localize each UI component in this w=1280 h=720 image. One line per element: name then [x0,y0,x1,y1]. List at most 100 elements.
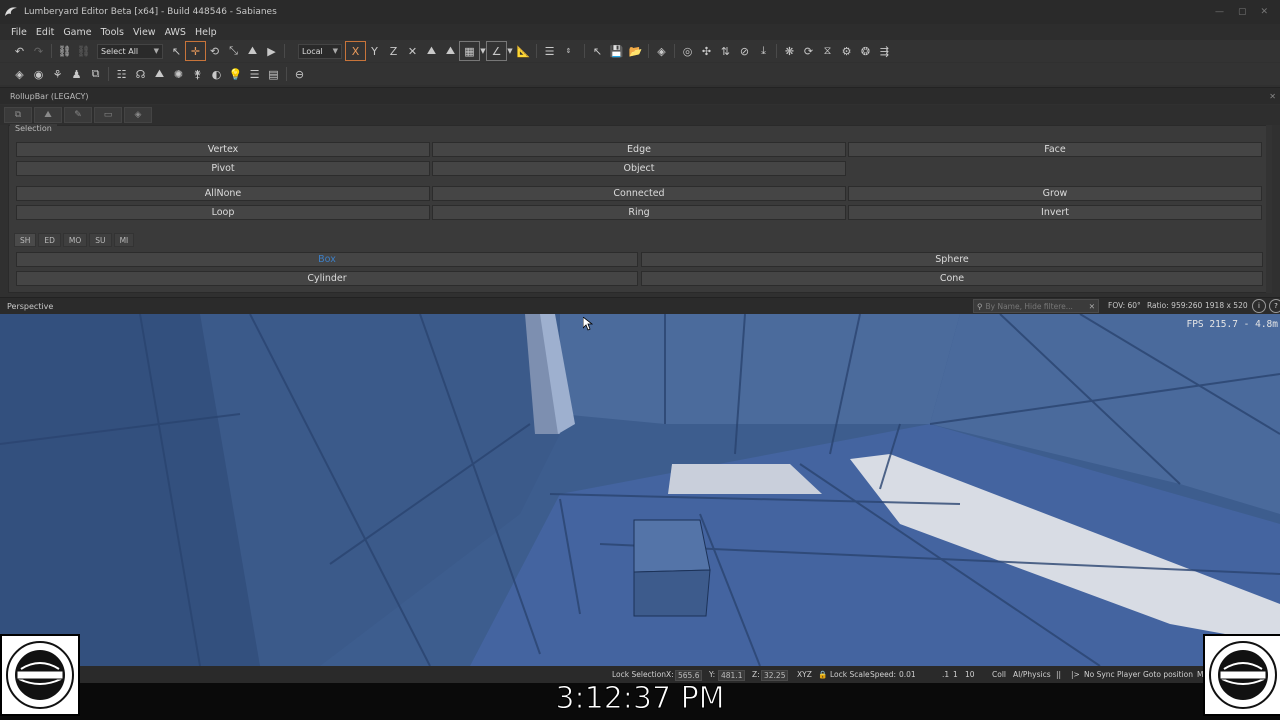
viewport-title[interactable]: Perspective [7,302,53,311]
load-selection-icon[interactable]: 📂 [626,42,645,60]
chevron-down-icon[interactable]: ▼ [479,42,487,60]
drop-to-ground-icon[interactable]: ⤓ [754,42,773,60]
vertex-snap-icon[interactable]: ❋ [780,42,799,60]
vertex-button[interactable]: Vertex [16,142,430,157]
fov-readout[interactable]: FOV: 60° [1108,301,1141,310]
viewport-search-input[interactable]: ⚲ By Name, Hide filtere... ✕ [973,299,1099,313]
link-icon[interactable]: ⛓ [55,42,74,60]
goto-position-button[interactable]: Goto position [1143,670,1193,679]
terrain-select-icon[interactable]: ⛰ [243,42,262,60]
speed-preset-0[interactable]: .1 [942,670,949,679]
object-snap-icon[interactable]: ⛰ [441,42,460,60]
help-icon[interactable]: ? [1269,299,1280,313]
ai-navigation-icon[interactable]: ⚙ [837,42,856,60]
cylinder-button[interactable]: Cylinder [16,271,638,286]
mannequin-icon[interactable]: ⧉ [86,65,105,83]
axis-z-button[interactable]: Z [384,42,403,60]
chevron-updown-icon[interactable]: ⇕ [559,42,578,60]
tab-terrain-icon[interactable]: ⛰ [34,107,62,123]
simulate-icon[interactable]: ⧖ [818,42,837,60]
object-button[interactable]: Object [432,161,846,176]
layers-icon[interactable]: ◈ [652,42,671,60]
clear-search-icon[interactable]: ✕ [1089,302,1095,311]
menu-file[interactable]: File [11,27,27,38]
z-coordinate-field[interactable]: 32.25 [761,670,789,681]
angle-snap-icon[interactable]: ∠ [486,41,507,61]
layer-list-icon[interactable]: ☰ [540,42,559,60]
cone-button[interactable]: Cone [641,271,1263,286]
x-coordinate-field[interactable]: 565.6 [675,670,703,681]
lock-icon[interactable]: 🔒 [818,670,827,679]
audio-icon[interactable]: ☊ [131,65,150,83]
step-button[interactable]: |> [1071,670,1080,679]
play-icon[interactable]: ▶ [262,42,281,60]
allnone-button[interactable]: AllNone [16,186,430,201]
menu-help[interactable]: Help [195,27,217,38]
minimize-icon[interactable]: — [1215,7,1224,17]
close-icon[interactable]: ✕ [1260,7,1268,17]
resolution-readout[interactable]: 1918 x 520 [1205,301,1248,310]
menu-tools[interactable]: Tools [101,27,124,38]
sync-player-toggle[interactable]: No Sync Player [1084,670,1140,679]
save-selection-icon[interactable]: 💾 [607,42,626,60]
tab-display-icon[interactable]: ▭ [94,107,122,123]
align-object-icon[interactable]: ⇅ [716,42,735,60]
subtab-sh[interactable]: SH [14,233,37,247]
lightbulb-icon[interactable]: 💡 [226,65,245,83]
axis-y-button[interactable]: Y [365,42,384,60]
tab-layers-icon[interactable]: ◈ [124,107,152,123]
ui-editor-icon[interactable]: ▤ [264,65,283,83]
reset-physics-icon[interactable]: ⟳ [799,42,818,60]
menu-aws[interactable]: AWS [165,27,186,38]
grid-snap-icon[interactable]: ▦ [459,41,480,61]
generate-icon[interactable]: ❂ [856,42,875,60]
select-filter-dropdown[interactable]: Select All ▼ [97,43,163,59]
subtab-su[interactable]: SU [89,233,112,247]
pause-button[interactable]: || [1056,670,1061,679]
layers-stack-icon[interactable]: ◈ [10,65,29,83]
ratio-readout[interactable]: Ratio: 959:260 [1147,301,1202,310]
select-object-icon[interactable]: ↖ [588,42,607,60]
lock-selection-toggle[interactable]: Lock Selection [612,670,666,679]
edge-button[interactable]: Edge [432,142,846,157]
physics-icon[interactable]: ⊘ [735,42,754,60]
info-icon[interactable]: i [1252,299,1266,313]
align-grid-icon[interactable]: ✣ [697,42,716,60]
face-button[interactable]: Face [848,142,1262,157]
invert-button[interactable]: Invert [848,205,1262,220]
database-icon[interactable]: ☰ [245,65,264,83]
rotate-icon[interactable]: ⟲ [205,42,224,60]
move-icon[interactable]: ✛ [185,41,206,61]
axis-xy-icon[interactable]: ✕ [403,42,422,60]
character-editor-icon[interactable]: ⚘ [48,65,67,83]
coord-space-dropdown[interactable]: Local ▼ [298,43,342,59]
redo-icon[interactable]: ↷ [29,42,48,60]
close-icon[interactable]: ✕ [1269,92,1276,101]
rollupbar-scrollbar[interactable] [1266,125,1272,293]
menu-game[interactable]: Game [63,27,91,38]
terrain-editor-icon[interactable]: ⛰ [150,65,169,83]
scale-icon[interactable]: ⤡ [224,42,243,60]
perspective-viewport[interactable]: FPS 215.7 - 4.8m [0,314,1280,666]
connected-button[interactable]: Connected [432,186,846,201]
ruler-icon[interactable]: 📐 [514,42,533,60]
tab-objects-icon[interactable]: ⧉ [4,107,32,123]
subtab-ed[interactable]: ED [38,233,61,247]
ai-physics-toggle[interactable]: AI/Physics [1013,670,1051,679]
goto-selection-icon[interactable]: ◎ [678,42,697,60]
select-arrow-icon[interactable]: ↖ [167,42,186,60]
grow-button[interactable]: Grow [848,186,1262,201]
y-coordinate-field[interactable]: 481.1 [718,670,746,681]
geppetto-icon[interactable]: ♟ [67,65,86,83]
light-icon[interactable]: ◐ [207,65,226,83]
pivot-button[interactable]: Pivot [16,161,430,176]
sphere-button[interactable]: Sphere [641,252,1263,267]
terrain-snap-icon[interactable]: ⛰ [422,42,441,60]
subtab-mi[interactable]: MI [113,233,135,247]
subtab-mo[interactable]: MO [62,233,88,247]
particle-editor-icon[interactable]: ✺ [169,65,188,83]
speed-preset-2[interactable]: 10 [965,670,975,679]
speed-field[interactable]: 0.01 [899,670,916,679]
axis-x-button[interactable]: X [345,41,366,61]
unlink-icon[interactable]: ⛓ [74,42,93,60]
